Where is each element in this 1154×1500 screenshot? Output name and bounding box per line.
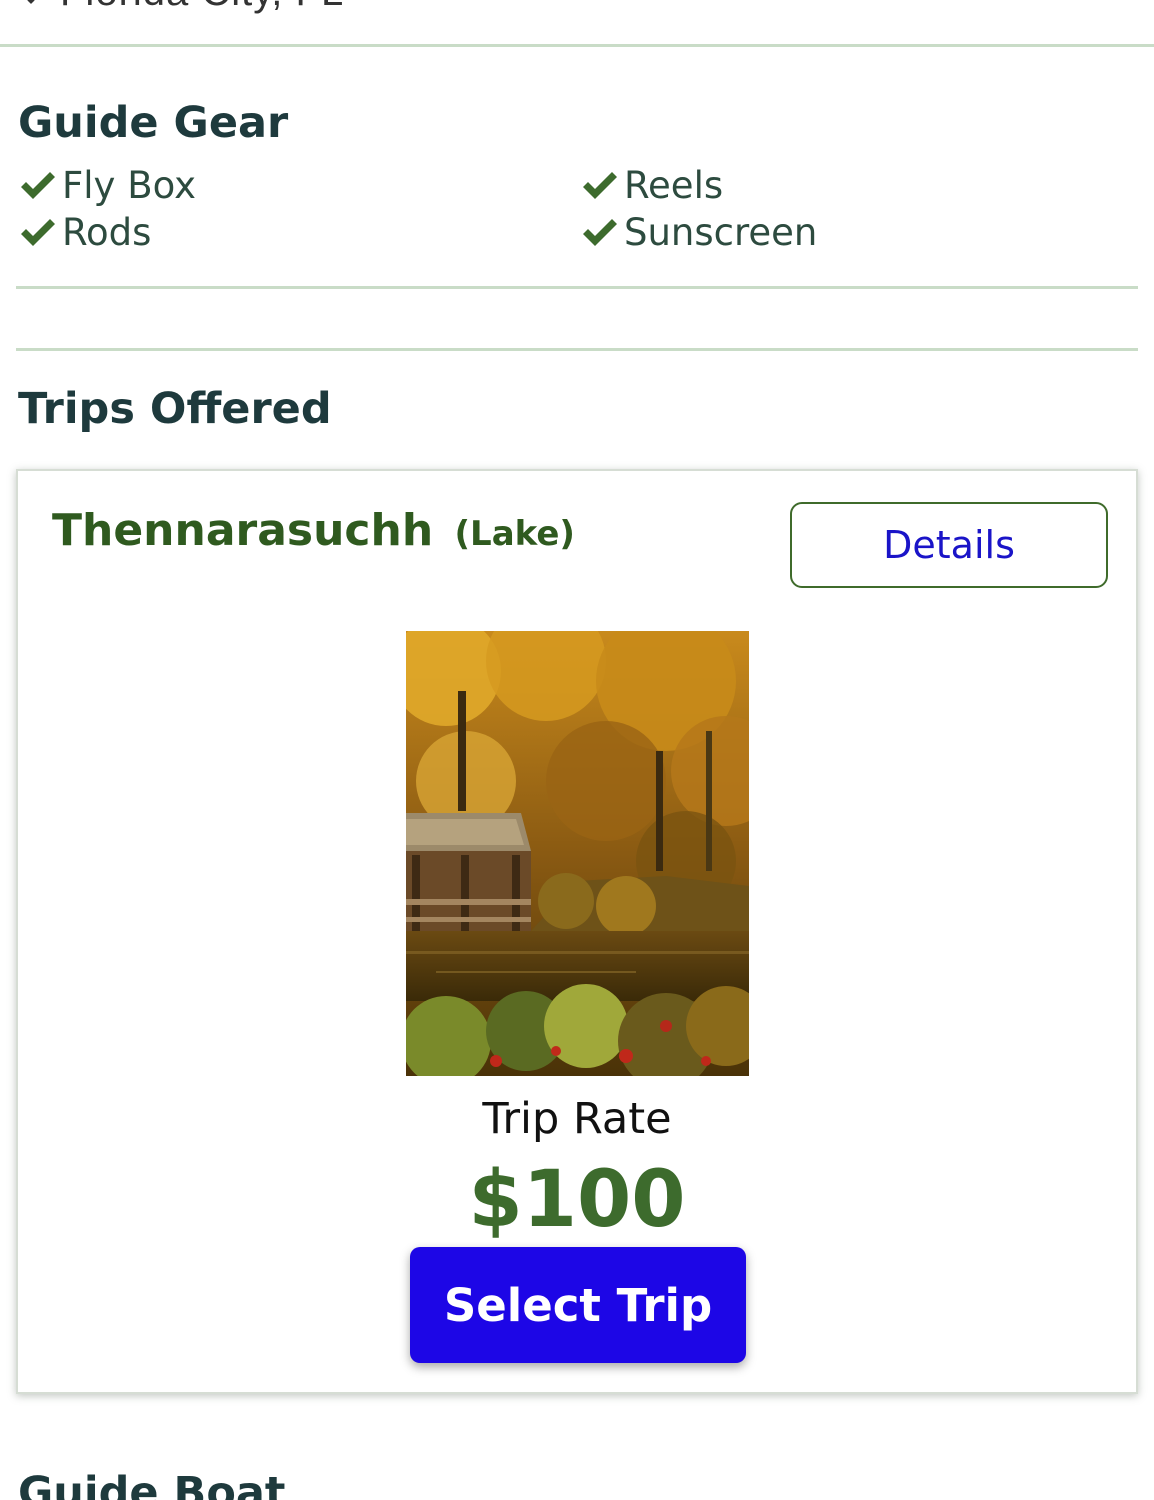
guide-gear-list: Fly Box Reels Rods Sunscreen — [18, 162, 1138, 256]
check-icon — [583, 171, 617, 199]
gear-item-reels: Reels — [580, 162, 1138, 209]
trip-type: (Lake) — [454, 514, 575, 554]
trip-rate-value: $100 — [468, 1155, 686, 1245]
details-button[interactable]: Details — [790, 502, 1108, 588]
gear-item-sunscreen: Sunscreen — [580, 209, 1138, 256]
guide-gear-title: Guide Gear — [18, 98, 289, 148]
trip-name-text: Thennarasuchh — [52, 505, 434, 556]
gear-item-label: Reels — [624, 164, 724, 207]
check-icon — [21, 218, 55, 246]
location-line: Florida City, FL — [20, 0, 344, 15]
location-pin-icon — [27, 0, 35, 4]
gear-item-rods: Rods — [18, 209, 580, 256]
trip-name: Thennarasuchh (Lake) — [52, 505, 575, 556]
trip-card: Thennarasuchh (Lake) Details Trip Rate $… — [16, 469, 1138, 1394]
page: Florida City, FL Guide Gear Fly Box Reel… — [0, 0, 1154, 1500]
location-text: Florida City, FL — [60, 0, 344, 14]
check-icon — [21, 171, 55, 199]
gear-item-label: Fly Box — [62, 164, 196, 207]
divider — [16, 348, 1138, 351]
divider — [16, 286, 1138, 289]
trip-rate-label: Trip Rate — [482, 1094, 672, 1144]
gear-item-label: Rods — [62, 211, 152, 254]
divider — [0, 44, 1154, 47]
check-icon — [583, 218, 617, 246]
guide-boat-title: Guide Boat — [18, 1468, 286, 1500]
select-trip-button[interactable]: Select Trip — [410, 1247, 746, 1363]
trips-offered-title: Trips Offered — [18, 384, 332, 434]
gear-item-fly-box: Fly Box — [18, 162, 580, 209]
gear-item-label: Sunscreen — [624, 211, 818, 254]
lake-autumn-image — [406, 631, 749, 1076]
trip-photo — [406, 631, 749, 1076]
